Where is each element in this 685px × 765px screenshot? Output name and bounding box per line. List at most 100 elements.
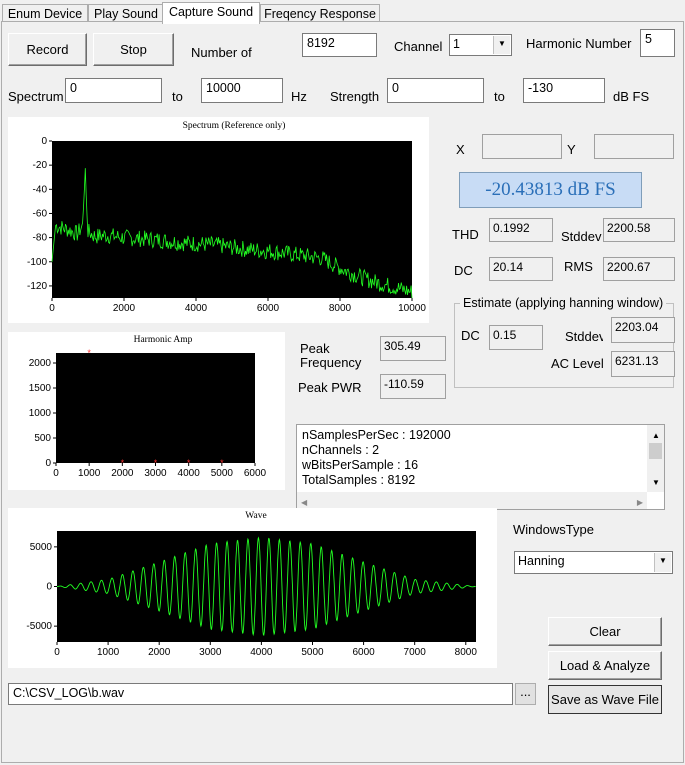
ac-level-field: 6231.13	[611, 351, 675, 377]
harmonic-x-tick-label: 0	[53, 468, 59, 479]
spectrum-y-tick-label: -120	[27, 281, 47, 292]
file-path-field[interactable]: C:\CSV_LOG\b.wav	[8, 683, 513, 705]
stop-button[interactable]: Stop	[93, 33, 174, 66]
harmonic-x-tick-label: 1000	[78, 468, 101, 479]
wave-y-tick-label: -5000	[26, 621, 52, 632]
channel-value: 1	[453, 37, 460, 51]
load-analyze-button[interactable]: Load & Analyze	[548, 651, 662, 680]
horizontal-scrollbar[interactable]: ◀ ▶	[297, 492, 647, 509]
harmonic-x-tick-label: 5000	[211, 468, 234, 479]
spectrum-y-tick-label: -80	[33, 233, 48, 244]
y-label: Y	[567, 142, 576, 157]
wave-x-tick-label: 3000	[199, 647, 222, 658]
windows-type-value: Hanning	[518, 554, 565, 568]
strength-from-field[interactable]: 0	[387, 78, 484, 103]
info-line: TotalSamples : 8192	[302, 473, 416, 487]
chevron-down-icon[interactable]: ▼	[493, 36, 510, 54]
harmonic-number-label: Harmonic Number	[526, 36, 632, 51]
estimate-group-title: Estimate (applying hanning window)	[460, 296, 667, 310]
harmonic-point: *	[87, 348, 91, 358]
spectrum-y-tick-label: 0	[41, 136, 47, 147]
spectrum-y-tick-label: -40	[33, 184, 48, 195]
estimate-stddev-field: 2203.04	[611, 317, 675, 343]
strength-label: Strength	[330, 89, 380, 104]
wave-x-tick-label: 8000	[455, 647, 478, 658]
tab-play-sound[interactable]: Play Sound	[88, 4, 164, 22]
spectrum-x-tick-label: 4000	[185, 303, 208, 314]
peak-pwr-field: -110.59	[380, 374, 446, 399]
number-of-field[interactable]: 8192	[302, 33, 377, 57]
spectrum-y-tick-label: -60	[33, 208, 48, 219]
to-label-1: to	[172, 89, 183, 104]
clear-button[interactable]: Clear	[548, 617, 662, 646]
wave-chart-svg: Wave 0 1000 2000 3000 4000 5000 6000 7000 8000 50…	[26, 511, 478, 658]
ac-level-label: AC Level	[551, 356, 604, 371]
wave-x-tick-label: 1000	[97, 647, 120, 658]
chevron-down-icon[interactable]: ▼	[654, 553, 671, 572]
harmonic-point: *	[121, 458, 125, 468]
dbfs-label: dB FS	[613, 89, 650, 104]
spectrum-chart-title: Spectrum (Reference only)	[183, 120, 286, 131]
spectrum-chart-svg: Spectrum (Reference only) 0 2000 4000 6000 8…	[27, 120, 426, 314]
harmonic-y-tick-label: 0	[45, 458, 51, 469]
harmonic-y-tick-label: 1500	[29, 383, 52, 394]
rms-field: 2200.67	[603, 257, 675, 281]
harmonic-x-tick-label: 3000	[144, 468, 167, 479]
scroll-thumb[interactable]	[649, 443, 662, 459]
stddev-field: 2200.58	[603, 218, 675, 242]
harmonic-y-tick-label: 500	[34, 433, 51, 444]
scroll-right-icon[interactable]: ▶	[637, 495, 643, 510]
estimate-dc-label: DC	[461, 328, 480, 343]
info-line: nChannels : 2	[302, 443, 380, 457]
tab-frequency-response[interactable]: Freqency Response	[260, 4, 380, 22]
spectrum-chart: Spectrum (Reference only) 0 2000 4000 6000 8…	[8, 117, 429, 323]
harmonic-point: *	[220, 458, 224, 468]
info-line: nSamplesPerSec : 192000	[302, 428, 451, 442]
peak-frequency-label: Peak Frequency	[300, 342, 362, 370]
wave-x-tick-label: 0	[54, 647, 60, 658]
scroll-up-icon[interactable]: ▲	[652, 428, 660, 443]
harmonic-number-field[interactable]: 5	[640, 29, 675, 57]
spectrum-from-field[interactable]: 0	[65, 78, 162, 103]
channel-select[interactable]: 1 ▼	[449, 34, 512, 56]
estimate-stddev-label: Stddev	[565, 329, 603, 344]
wave-chart-title: Wave	[245, 511, 266, 521]
windows-type-select[interactable]: Hanning ▼	[514, 551, 673, 574]
harmonic-amp-chart: Harmonic Amp 0 1000 2000 3000 4000 5000 6000 0 5…	[8, 332, 285, 490]
wave-x-tick-label: 7000	[404, 647, 427, 658]
thd-field: 0.1992	[489, 218, 553, 242]
channel-label: Channel	[394, 39, 443, 54]
vertical-scrollbar[interactable]: ▲ ▼	[647, 425, 664, 492]
spectrum-x-tick-label: 8000	[329, 303, 352, 314]
spectrum-to-field[interactable]: 10000	[201, 78, 283, 103]
spectrum-plot-area	[52, 141, 412, 298]
hz-label: Hz	[291, 89, 307, 104]
wave-chart: Wave 0 1000 2000 3000 4000 5000 6000 7000 8000 50…	[8, 508, 497, 668]
record-button[interactable]: Record	[8, 33, 87, 66]
spectrum-x-tick-label: 2000	[113, 303, 136, 314]
harmonic-point: *	[187, 458, 191, 468]
info-line: wBitsPerSample : 16	[302, 458, 419, 472]
wave-y-tick-label: 0	[46, 582, 52, 593]
browse-button[interactable]: ...	[515, 683, 536, 705]
harmonic-y-tick-label: 1000	[29, 408, 52, 419]
cursor-readout: -20.43813 dB FS	[459, 172, 642, 208]
wave-x-tick-label: 4000	[250, 647, 273, 658]
save-wave-file-button[interactable]: Save as Wave File	[548, 685, 662, 714]
x-label: X	[456, 142, 465, 157]
tab-capture-sound[interactable]: Capture Sound	[162, 2, 260, 24]
harmonic-amp-chart-title: Harmonic Amp	[134, 335, 193, 345]
info-listbox[interactable]: nSamplesPerSec : 192000 nChannels : 2 wB…	[296, 424, 665, 510]
harmonic-x-tick-label: 4000	[178, 468, 201, 479]
peak-frequency-field: 305.49	[380, 336, 446, 361]
peak-pwr-label: Peak PWR	[298, 380, 362, 395]
spectrum-label: Spectrum	[8, 89, 64, 104]
harmonic-x-tick-label: 6000	[244, 468, 267, 479]
harmonic-amp-chart-svg: Harmonic Amp 0 1000 2000 3000 4000 5000 6000 0 5…	[29, 335, 267, 479]
strength-to-field[interactable]: -130	[523, 78, 605, 103]
estimate-dc-field: 0.15	[489, 325, 543, 350]
scroll-down-icon[interactable]: ▼	[652, 475, 660, 490]
stddev-label: Stddev	[561, 229, 602, 244]
tab-enum-device[interactable]: Enum Device	[2, 4, 88, 22]
x-field	[482, 134, 562, 159]
